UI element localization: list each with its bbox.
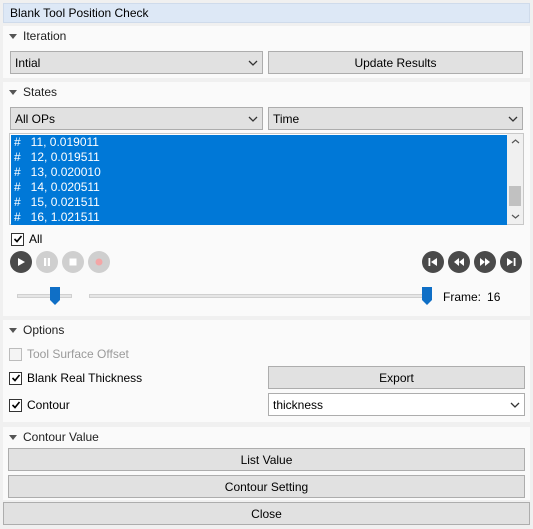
skip-first-button[interactable] — [422, 251, 444, 273]
rewind-icon — [454, 258, 464, 266]
list-item[interactable]: # 14, 0.020511 — [11, 180, 507, 195]
iteration-header-label: Iteration — [23, 29, 67, 43]
all-checkbox-row[interactable]: All — [11, 231, 42, 247]
chevron-down-icon — [244, 52, 262, 73]
all-checkbox-label: All — [29, 232, 43, 246]
states-header[interactable]: States — [3, 82, 530, 102]
export-button[interactable]: Export — [268, 366, 525, 389]
time-combo[interactable]: Time — [268, 107, 523, 130]
scroll-up-icon[interactable] — [507, 134, 523, 148]
contour-checkbox[interactable] — [9, 398, 22, 412]
collapse-triangle-icon — [9, 89, 17, 95]
frame-slider-thumb[interactable] — [422, 287, 432, 305]
op-filter-combo[interactable]: All OPs — [10, 107, 263, 130]
update-results-button[interactable]: Update Results — [268, 51, 523, 74]
skip-last-button[interactable] — [500, 251, 522, 273]
pause-icon — [44, 258, 50, 266]
blank-real-thickness-row[interactable]: Blank Real Thickness — [9, 370, 142, 386]
iteration-header[interactable]: Iteration — [3, 26, 530, 46]
fast-forward-icon — [480, 258, 490, 266]
list-item[interactable]: # 16, 1.021511 — [11, 210, 507, 225]
contour-type-value: thickness — [273, 397, 324, 412]
tool-surface-offset-row[interactable]: Tool Surface Offset — [9, 346, 129, 362]
stop-icon — [69, 258, 77, 266]
time-combo-value: Time — [273, 111, 300, 126]
frame-label: Frame: — [443, 290, 482, 304]
collapse-triangle-icon — [9, 434, 17, 440]
speed-slider-thumb[interactable] — [50, 287, 60, 305]
list-item[interactable]: # 13, 0.020010 — [11, 165, 507, 180]
chevron-down-icon — [244, 108, 262, 129]
skip-last-icon — [507, 258, 516, 266]
list-value-button[interactable]: List Value — [8, 448, 525, 471]
fast-forward-button[interactable] — [474, 251, 496, 273]
skip-first-icon — [428, 258, 437, 266]
list-item[interactable]: # 11, 0.019011 — [11, 135, 507, 150]
record-button[interactable] — [88, 251, 110, 273]
contour-row[interactable]: Contour — [9, 397, 70, 413]
iteration-combo-value: Intial — [15, 55, 41, 70]
contour-label: Contour — [27, 398, 70, 412]
tool-surface-offset-checkbox[interactable] — [9, 347, 22, 361]
play-icon — [18, 258, 25, 266]
tool-surface-offset-label: Tool Surface Offset — [27, 347, 129, 361]
list-scrollbar[interactable] — [507, 134, 523, 224]
iteration-panel: Iteration Intial Update Results — [3, 26, 530, 78]
blank-real-thickness-checkbox[interactable] — [9, 371, 22, 385]
stop-button[interactable] — [62, 251, 84, 273]
frame-value: 16 — [487, 290, 501, 304]
rewind-button[interactable] — [448, 251, 470, 273]
list-item[interactable]: # 15, 0.021511 — [11, 195, 507, 210]
chevron-down-icon — [506, 394, 524, 415]
window-title: Blank Tool Position Check — [3, 3, 530, 23]
contour-type-combo[interactable]: thickness — [268, 393, 525, 416]
speed-slider-track[interactable] — [17, 294, 72, 298]
options-header[interactable]: Options — [3, 320, 530, 340]
contour-value-header-label: Contour Value — [23, 430, 99, 444]
record-icon — [95, 258, 103, 266]
contour-setting-button[interactable]: Contour Setting — [8, 475, 525, 498]
play-button[interactable] — [10, 251, 32, 273]
states-list[interactable]: # 11, 0.019011 # 12, 0.019511 # 13, 0.02… — [9, 133, 524, 225]
contour-value-header[interactable]: Contour Value — [3, 427, 530, 447]
frame-slider-track[interactable] — [89, 294, 432, 298]
collapse-triangle-icon — [9, 327, 17, 333]
states-panel: States All OPs Time # 11, 0.019011 # 12,… — [3, 82, 530, 316]
all-checkbox[interactable] — [11, 232, 24, 246]
options-header-label: Options — [23, 323, 65, 337]
list-item[interactable]: # 12, 0.019511 — [11, 150, 507, 165]
states-header-label: States — [23, 85, 58, 99]
collapse-triangle-icon — [9, 33, 17, 39]
blank-real-thickness-label: Blank Real Thickness — [27, 371, 143, 385]
op-filter-value: All OPs — [15, 111, 56, 126]
contour-value-panel: Contour Value List Value Contour Setting — [3, 427, 530, 500]
options-panel: Options Tool Surface Offset Blank Real T… — [3, 320, 530, 422]
scroll-down-icon[interactable] — [507, 210, 523, 222]
iteration-combo[interactable]: Intial — [10, 51, 263, 74]
chevron-down-icon — [504, 108, 522, 129]
close-button[interactable]: Close — [3, 502, 530, 525]
pause-button[interactable] — [36, 251, 58, 273]
frame-readout: Frame: 16 — [443, 289, 500, 305]
scroll-thumb[interactable] — [509, 186, 521, 206]
